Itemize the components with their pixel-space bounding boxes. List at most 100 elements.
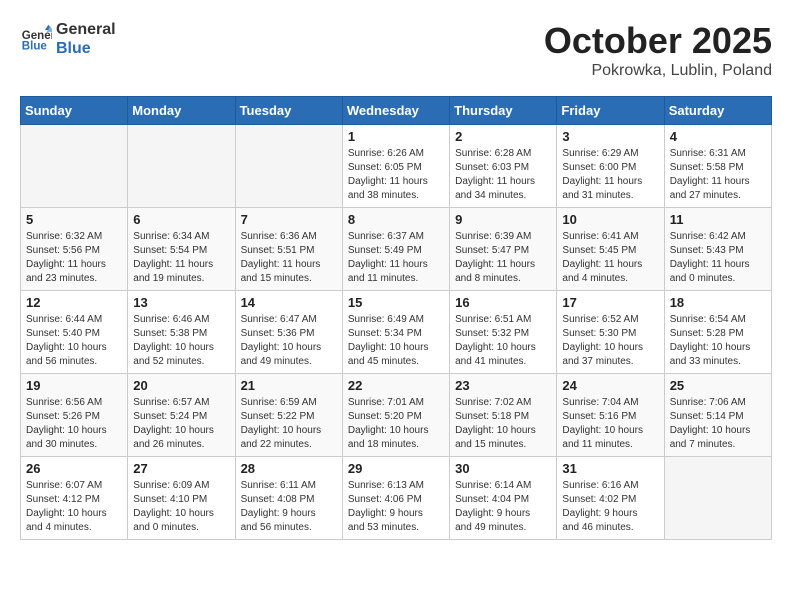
day-number: 24 [562, 378, 658, 393]
calendar-week-1: 1Sunrise: 6:26 AM Sunset: 6:05 PM Daylig… [21, 125, 772, 208]
day-info: Sunrise: 6:31 AM Sunset: 5:58 PM Dayligh… [670, 147, 766, 203]
calendar-cell: 19 Sunrise: 6:56 AM Sunset: 5:26 PM Dayli… [21, 374, 128, 457]
day-info: Sunrise: 6:16 AM Sunset: 4:02 PM Dayligh… [562, 479, 658, 535]
day-info: Sunrise: 6:47 AM Sunset: 5:36 PM Dayligh… [241, 313, 337, 369]
weekday-header-thursday: Thursday [450, 97, 557, 125]
title-block: October 2025 Pokrowka, Lublin, Poland [544, 20, 772, 80]
calendar-cell: 11 Sunrise: 6:42 AM Sunset: 5:43 PM Dayli… [664, 208, 771, 291]
day-info: Sunrise: 6:14 AM Sunset: 4:04 PM Dayligh… [455, 479, 551, 535]
day-number: 16 [455, 295, 551, 310]
day-number: 11 [670, 212, 766, 227]
day-number: 2 [455, 129, 551, 144]
calendar-cell [21, 125, 128, 208]
day-info: Sunrise: 6:49 AM Sunset: 5:34 PM Dayligh… [348, 313, 444, 369]
calendar-cell: 20 Sunrise: 6:57 AM Sunset: 5:24 PM Dayli… [128, 374, 235, 457]
calendar-cell [235, 125, 342, 208]
day-number: 9 [455, 212, 551, 227]
day-number: 10 [562, 212, 658, 227]
day-info: Sunrise: 6:32 AM Sunset: 5:56 PM Dayligh… [26, 230, 122, 286]
day-info: Sunrise: 6:59 AM Sunset: 5:22 PM Dayligh… [241, 396, 337, 452]
day-info: Sunrise: 6:46 AM Sunset: 5:38 PM Dayligh… [133, 313, 229, 369]
day-number: 29 [348, 461, 444, 476]
calendar-cell: 23Sunrise: 7:02 AM Sunset: 5:18 PM Dayli… [450, 374, 557, 457]
day-number: 5 [26, 212, 122, 227]
calendar-cell: 10 Sunrise: 6:41 AM Sunset: 5:45 PM Dayli… [557, 208, 664, 291]
calendar-cell: 25 Sunrise: 7:06 AM Sunset: 5:14 PM Dayli… [664, 374, 771, 457]
calendar-week-5: 26Sunrise: 6:07 AM Sunset: 4:12 PM Dayli… [21, 457, 772, 540]
day-info: Sunrise: 6:13 AM Sunset: 4:06 PM Dayligh… [348, 479, 444, 535]
day-number: 22 [348, 378, 444, 393]
calendar-cell: 6 Sunrise: 6:34 AM Sunset: 5:54 PM Daylig… [128, 208, 235, 291]
day-number: 8 [348, 212, 444, 227]
weekday-header-wednesday: Wednesday [342, 97, 449, 125]
day-number: 1 [348, 129, 444, 144]
calendar-cell: 3 Sunrise: 6:29 AM Sunset: 6:00 PM Daylig… [557, 125, 664, 208]
calendar-cell: 21 Sunrise: 6:59 AM Sunset: 5:22 PM Dayli… [235, 374, 342, 457]
calendar-cell: 27 Sunrise: 6:09 AM Sunset: 4:10 PM Dayli… [128, 457, 235, 540]
logo-line2: Blue [56, 39, 116, 58]
day-info: Sunrise: 6:51 AM Sunset: 5:32 PM Dayligh… [455, 313, 551, 369]
day-number: 15 [348, 295, 444, 310]
weekday-header-monday: Monday [128, 97, 235, 125]
calendar-cell: 18Sunrise: 6:54 AM Sunset: 5:28 PM Dayli… [664, 291, 771, 374]
calendar-header-row: SundayMondayTuesdayWednesdayThursdayFrid… [21, 97, 772, 125]
calendar-cell: 24 Sunrise: 7:04 AM Sunset: 5:16 PM Dayli… [557, 374, 664, 457]
day-info: Sunrise: 6:42 AM Sunset: 5:43 PM Dayligh… [670, 230, 766, 286]
day-number: 3 [562, 129, 658, 144]
day-number: 28 [241, 461, 337, 476]
logo-icon: General Blue [20, 23, 52, 55]
weekday-header-sunday: Sunday [21, 97, 128, 125]
day-number: 30 [455, 461, 551, 476]
day-info: Sunrise: 6:36 AM Sunset: 5:51 PM Dayligh… [241, 230, 337, 286]
logo-line1: General [56, 20, 116, 39]
day-number: 19 [26, 378, 122, 393]
calendar-cell: 26Sunrise: 6:07 AM Sunset: 4:12 PM Dayli… [21, 457, 128, 540]
day-info: Sunrise: 6:29 AM Sunset: 6:00 PM Dayligh… [562, 147, 658, 203]
day-number: 18 [670, 295, 766, 310]
calendar-cell: 29 Sunrise: 6:13 AM Sunset: 4:06 PM Dayli… [342, 457, 449, 540]
day-number: 13 [133, 295, 229, 310]
calendar-cell: 7 Sunrise: 6:36 AM Sunset: 5:51 PM Daylig… [235, 208, 342, 291]
day-number: 23 [455, 378, 551, 393]
calendar-cell: 8 Sunrise: 6:37 AM Sunset: 5:49 PM Daylig… [342, 208, 449, 291]
calendar-cell: 31Sunrise: 6:16 AM Sunset: 4:02 PM Dayli… [557, 457, 664, 540]
day-number: 21 [241, 378, 337, 393]
day-info: Sunrise: 6:56 AM Sunset: 5:26 PM Dayligh… [26, 396, 122, 452]
day-info: Sunrise: 6:57 AM Sunset: 5:24 PM Dayligh… [133, 396, 229, 452]
calendar-cell: 9 Sunrise: 6:39 AM Sunset: 5:47 PM Daylig… [450, 208, 557, 291]
day-number: 25 [670, 378, 766, 393]
day-number: 17 [562, 295, 658, 310]
day-number: 20 [133, 378, 229, 393]
day-number: 6 [133, 212, 229, 227]
calendar-cell: 12Sunrise: 6:44 AM Sunset: 5:40 PM Dayli… [21, 291, 128, 374]
calendar-cell: 5 Sunrise: 6:32 AM Sunset: 5:56 PM Daylig… [21, 208, 128, 291]
calendar-cell: 1Sunrise: 6:26 AM Sunset: 6:05 PM Daylig… [342, 125, 449, 208]
weekday-header-friday: Friday [557, 97, 664, 125]
calendar-cell: 28Sunrise: 6:11 AM Sunset: 4:08 PM Dayli… [235, 457, 342, 540]
calendar-week-4: 19 Sunrise: 6:56 AM Sunset: 5:26 PM Dayli… [21, 374, 772, 457]
calendar-cell: 4 Sunrise: 6:31 AM Sunset: 5:58 PM Daylig… [664, 125, 771, 208]
day-info: Sunrise: 6:28 AM Sunset: 6:03 PM Dayligh… [455, 147, 551, 203]
day-number: 27 [133, 461, 229, 476]
day-info: Sunrise: 7:04 AM Sunset: 5:16 PM Dayligh… [562, 396, 658, 452]
calendar-cell: 13 Sunrise: 6:46 AM Sunset: 5:38 PM Dayli… [128, 291, 235, 374]
day-info: Sunrise: 6:37 AM Sunset: 5:49 PM Dayligh… [348, 230, 444, 286]
calendar-cell: 22 Sunrise: 7:01 AM Sunset: 5:20 PM Dayli… [342, 374, 449, 457]
calendar-cell: 17Sunrise: 6:52 AM Sunset: 5:30 PM Dayli… [557, 291, 664, 374]
day-info: Sunrise: 6:07 AM Sunset: 4:12 PM Dayligh… [26, 479, 122, 535]
day-info: Sunrise: 7:01 AM Sunset: 5:20 PM Dayligh… [348, 396, 444, 452]
day-number: 4 [670, 129, 766, 144]
logo: General Blue General Blue [20, 20, 116, 58]
day-info: Sunrise: 7:06 AM Sunset: 5:14 PM Dayligh… [670, 396, 766, 452]
month-year-title: October 2025 [544, 20, 772, 62]
day-number: 12 [26, 295, 122, 310]
svg-text:Blue: Blue [22, 41, 48, 53]
day-info: Sunrise: 6:41 AM Sunset: 5:45 PM Dayligh… [562, 230, 658, 286]
weekday-header-tuesday: Tuesday [235, 97, 342, 125]
calendar-table: SundayMondayTuesdayWednesdayThursdayFrid… [20, 96, 772, 540]
day-info: Sunrise: 6:34 AM Sunset: 5:54 PM Dayligh… [133, 230, 229, 286]
day-number: 7 [241, 212, 337, 227]
day-info: Sunrise: 6:09 AM Sunset: 4:10 PM Dayligh… [133, 479, 229, 535]
day-info: Sunrise: 6:39 AM Sunset: 5:47 PM Dayligh… [455, 230, 551, 286]
page-header: General Blue General Blue October 2025 P… [20, 20, 772, 80]
